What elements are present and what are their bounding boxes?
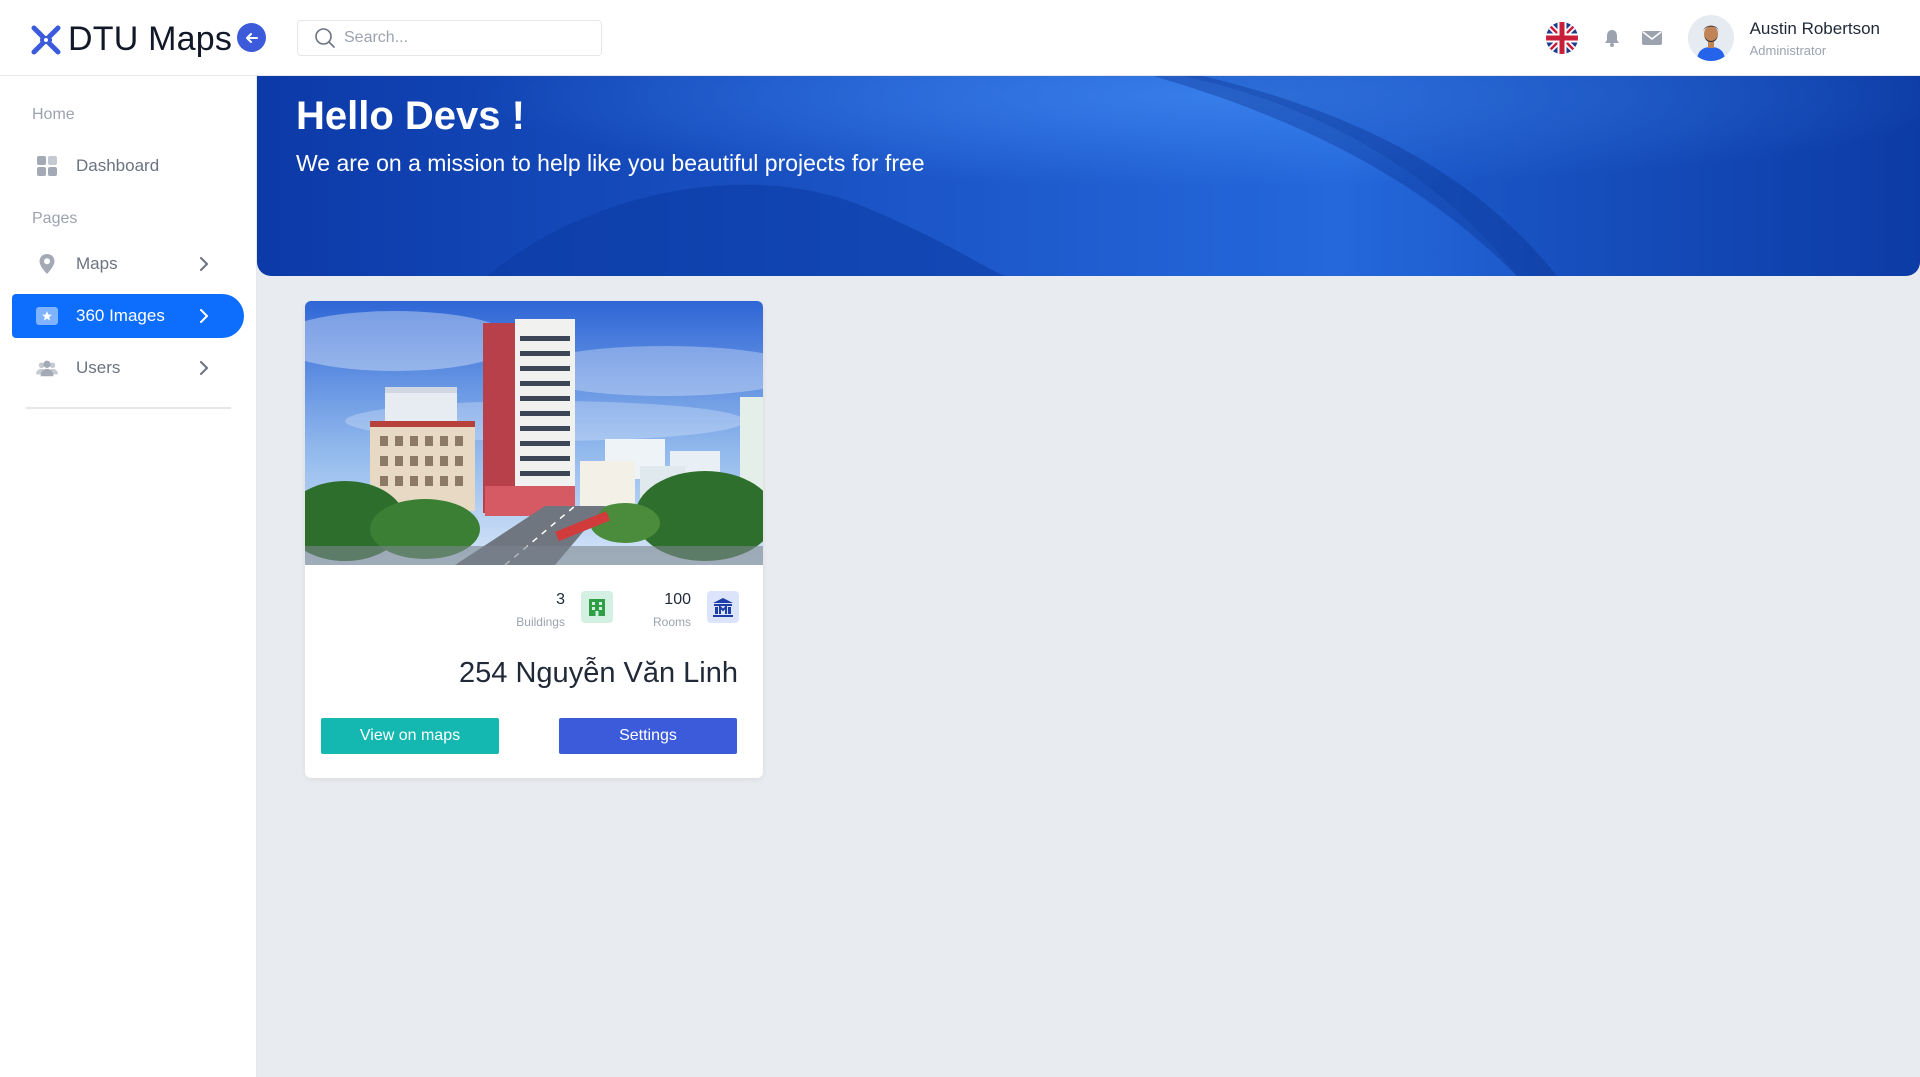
user-info[interactable]: Austin Robertson Administrator bbox=[1750, 19, 1880, 58]
arrow-left-icon bbox=[245, 32, 258, 43]
sidebar-item-360-images[interactable]: 360 Images bbox=[12, 294, 244, 338]
hero-subtitle: We are on a mission to help like you bea… bbox=[296, 150, 925, 176]
sidebar: Home Dashboard Pages Maps 360 Images Use… bbox=[0, 76, 257, 1077]
user-name: Austin Robertson bbox=[1749, 18, 1880, 38]
sidebar-item-users[interactable]: Users bbox=[12, 346, 244, 390]
notifications-bell-icon[interactable] bbox=[1599, 25, 1625, 51]
user-role: Administrator bbox=[1749, 42, 1827, 58]
search-input[interactable] bbox=[344, 29, 584, 47]
top-right-actions: Austin Robertson Administrator bbox=[1545, 15, 1880, 61]
collapse-sidebar-button[interactable] bbox=[237, 23, 266, 52]
sidebar-item-dashboard[interactable]: Dashboard bbox=[12, 144, 244, 188]
search-icon bbox=[315, 28, 335, 48]
rooms-count: 100 bbox=[664, 591, 691, 608]
sidebar-divider bbox=[26, 407, 231, 409]
chevron-right-icon bbox=[194, 254, 214, 274]
app-logo[interactable]: DTU Maps bbox=[30, 20, 232, 59]
top-bar: DTU Maps Search... Austin Robertson Admi… bbox=[0, 0, 1920, 76]
settings-button[interactable]: Settings bbox=[559, 718, 737, 754]
uk-flag-icon[interactable] bbox=[1545, 22, 1578, 54]
chevron-right-icon bbox=[194, 358, 214, 378]
sidebar-item-label: Dashboard bbox=[76, 156, 160, 175]
buildings-count: 3 bbox=[556, 591, 565, 608]
rooms-icon bbox=[707, 591, 739, 623]
messages-envelope-icon[interactable] bbox=[1639, 25, 1665, 51]
sidebar-item-label: Maps bbox=[76, 254, 118, 273]
card-stats: 3 Buildings 100 Rooms bbox=[516, 591, 739, 629]
dashboard-grid-icon bbox=[36, 155, 58, 177]
users-icon bbox=[36, 357, 58, 379]
sidebar-item-label: 360 Images bbox=[76, 306, 165, 325]
hero-title: Hello Devs ! bbox=[296, 94, 525, 138]
stat-rooms: 100 Rooms bbox=[653, 591, 739, 629]
map-pin-icon bbox=[36, 253, 58, 275]
location-card: 3 Buildings 100 Rooms 254 Nguyễn Văn Lin… bbox=[305, 301, 763, 778]
sidebar-section-pages: Pages bbox=[32, 210, 78, 227]
hero-banner: Hello Devs ! We are on a mission to help… bbox=[257, 76, 1920, 276]
stat-buildings: 3 Buildings bbox=[516, 591, 613, 629]
chevron-right-icon bbox=[194, 306, 214, 326]
view-on-maps-button[interactable]: View on maps bbox=[321, 718, 499, 754]
sidebar-section-home: Home bbox=[32, 106, 75, 123]
location-title: 254 Nguyễn Văn Linh bbox=[459, 657, 738, 689]
sidebar-item-maps[interactable]: Maps bbox=[12, 242, 244, 286]
app-name: DTU Maps bbox=[68, 20, 233, 58]
logo-icon bbox=[30, 24, 62, 56]
buildings-icon bbox=[580, 591, 613, 623]
image-icon bbox=[36, 305, 58, 327]
buildings-label: Buildings bbox=[516, 615, 565, 629]
sidebar-item-label: Users bbox=[76, 358, 121, 377]
user-avatar[interactable] bbox=[1687, 15, 1734, 61]
rooms-label: Rooms bbox=[652, 615, 691, 629]
location-photo bbox=[305, 301, 763, 565]
search-box[interactable] bbox=[297, 20, 602, 56]
